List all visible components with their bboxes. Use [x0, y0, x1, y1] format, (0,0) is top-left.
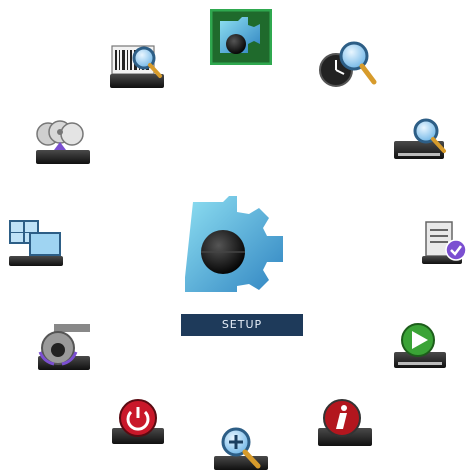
- hdd-search-icon: [394, 118, 446, 159]
- ptz-button[interactable]: [36, 322, 94, 372]
- center-setup-icon: [183, 192, 285, 296]
- event-log-button[interactable]: [420, 218, 468, 268]
- zoom-icon: [214, 427, 268, 470]
- shutdown-button[interactable]: [108, 398, 168, 448]
- barcode-search-icon: [110, 45, 164, 88]
- dvr-search-button[interactable]: [392, 117, 450, 165]
- playback-button[interactable]: [392, 320, 450, 372]
- time-search-button[interactable]: [316, 38, 378, 90]
- archive-search-button[interactable]: [108, 40, 168, 90]
- multi-monitor-icon: [9, 220, 63, 266]
- setup-button[interactable]: [210, 9, 272, 65]
- play-icon: [394, 323, 446, 368]
- ptz-camera-icon: [38, 324, 90, 370]
- power-icon: [112, 399, 164, 444]
- info-button[interactable]: [314, 398, 376, 450]
- disc-backup-icon: [36, 120, 90, 164]
- gear-icon: [210, 9, 272, 65]
- display-button[interactable]: [7, 218, 65, 268]
- log-check-icon: [422, 221, 467, 264]
- gear-icon: [183, 196, 283, 296]
- selected-menu-label: SETUP: [181, 314, 303, 336]
- info-icon: [318, 399, 372, 446]
- zoom-button[interactable]: [212, 424, 272, 472]
- backup-button[interactable]: [34, 118, 92, 166]
- clock-search-icon: [319, 41, 377, 87]
